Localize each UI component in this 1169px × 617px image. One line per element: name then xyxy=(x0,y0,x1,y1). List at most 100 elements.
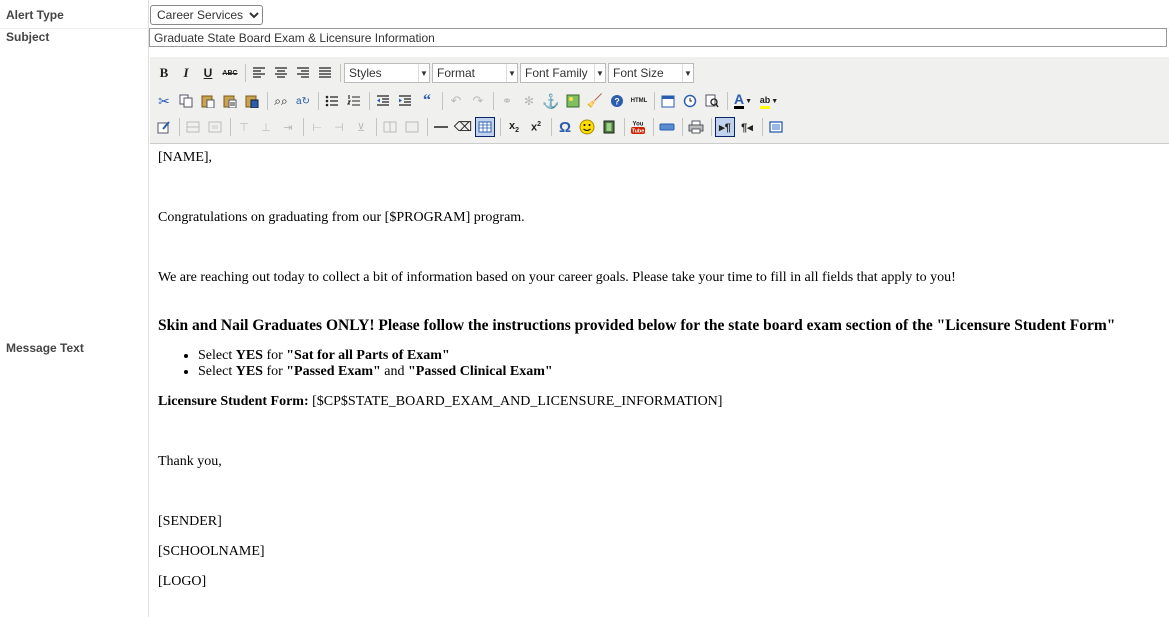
numbered-list-button[interactable] xyxy=(344,91,364,111)
merge-cells-button[interactable] xyxy=(402,117,422,137)
visual-aid-button[interactable] xyxy=(475,117,495,137)
ltr-button[interactable]: ▸¶ xyxy=(715,117,735,137)
rtl-icon: ¶◂ xyxy=(741,121,753,134)
chevron-down-icon: ▼ xyxy=(506,64,517,82)
media-button[interactable] xyxy=(599,117,619,137)
row-before-button[interactable]: ⊤ xyxy=(234,117,254,137)
insert-time-button[interactable] xyxy=(680,91,700,111)
undo-button[interactable]: ↶ xyxy=(446,91,466,111)
table-cell-icon xyxy=(208,121,222,133)
insert-date-button[interactable] xyxy=(658,91,678,111)
print-button[interactable] xyxy=(686,117,706,137)
copy-button[interactable] xyxy=(176,91,196,111)
logo-line: [LOGO] xyxy=(158,574,207,589)
col-after-button[interactable]: ⊣ xyxy=(329,117,349,137)
align-center-button[interactable] xyxy=(271,63,291,83)
alert-type-select[interactable]: Career Services xyxy=(150,5,263,25)
label-column xyxy=(0,0,149,617)
bullet-1-item: "Sat for all Parts of Exam" xyxy=(286,348,450,363)
image-button[interactable] xyxy=(563,91,583,111)
unlink-button[interactable]: ✻ xyxy=(519,91,539,111)
split-cells-button[interactable] xyxy=(380,117,400,137)
outdent-button[interactable] xyxy=(373,91,393,111)
eraser-icon: ⌫ xyxy=(453,119,473,134)
background-color-button[interactable]: ab ▼ xyxy=(757,91,781,111)
indent-button[interactable] xyxy=(395,91,415,111)
licensure-form-value: [$CP$STATE_BOARD_EXAM_AND_LICENSURE_INFO… xyxy=(308,394,723,409)
text-color-button[interactable]: A ▼ xyxy=(731,91,755,111)
row-props-button[interactable] xyxy=(183,117,203,137)
bold-button[interactable]: B xyxy=(154,63,174,83)
col-before-button[interactable]: ⊢ xyxy=(307,117,327,137)
toolbar-row-2: ✂ ⌕⌕ a↻ “ ↶ ↷ ⚭ ✻ ⚓ 🧹 ? HTML A ▼ ab ▼ xyxy=(154,89,783,113)
superscript-button[interactable]: x2 xyxy=(526,117,546,137)
help-button[interactable]: ? xyxy=(607,91,627,111)
toolbar-separator xyxy=(762,118,763,136)
quote-icon: “ xyxy=(423,92,431,109)
preview-button[interactable] xyxy=(702,91,722,111)
replace-button[interactable]: a↻ xyxy=(293,91,313,111)
horizontal-rule-button[interactable] xyxy=(431,117,451,137)
edit-css-button[interactable] xyxy=(154,117,174,137)
superscript-icon: x2 xyxy=(530,120,542,134)
smiley-icon xyxy=(579,119,595,135)
emoticons-button[interactable] xyxy=(577,117,597,137)
toolbar-row-1: B I U ABC Styles ▼ Format ▼ Font Family ▼ F… xyxy=(154,61,696,85)
font-family-dropdown[interactable]: Font Family ▼ xyxy=(520,63,606,83)
bullet-2-for: for xyxy=(262,364,287,379)
remove-format-button[interactable]: ⌫ xyxy=(453,117,473,137)
cleanup-button[interactable]: 🧹 xyxy=(585,91,605,111)
subscript-button[interactable]: x2 xyxy=(504,117,524,137)
align-justify-button[interactable] xyxy=(315,63,335,83)
bullet-2-select: Select xyxy=(198,364,236,379)
strikethrough-button[interactable]: ABC xyxy=(220,63,240,83)
row-after-button[interactable]: ⊥ xyxy=(256,117,276,137)
toolbar-separator xyxy=(427,118,428,136)
subject-input[interactable] xyxy=(149,28,1167,47)
replace-icon: a↻ xyxy=(296,95,310,107)
format-dropdown[interactable]: Format ▼ xyxy=(432,63,518,83)
table-grid-icon xyxy=(478,121,492,133)
fullscreen-button[interactable] xyxy=(766,117,786,137)
paste-button[interactable] xyxy=(198,91,218,111)
delete-row-button[interactable]: ⇥ xyxy=(278,117,298,137)
font-size-dropdown[interactable]: Font Size ▼ xyxy=(608,63,694,83)
film-icon xyxy=(603,120,615,134)
blockquote-button[interactable]: “ xyxy=(417,91,437,111)
styles-dropdown[interactable]: Styles ▼ xyxy=(344,63,430,83)
bullet-2-and: and xyxy=(380,364,408,379)
youtube-button[interactable]: You Tube xyxy=(628,117,648,137)
redo-button[interactable]: ↷ xyxy=(468,91,488,111)
school-line: [SCHOOLNAME] xyxy=(158,544,265,559)
align-right-button[interactable] xyxy=(293,63,313,83)
link-button[interactable]: ⚭ xyxy=(497,91,517,111)
paste-word-button[interactable] xyxy=(242,91,262,111)
paste-text-button[interactable] xyxy=(220,91,240,111)
redo-icon: ↷ xyxy=(472,93,484,108)
horizontal-rule-icon xyxy=(434,126,448,128)
thanks-line: Thank you, xyxy=(158,454,222,469)
toolbar-separator xyxy=(653,118,654,136)
delete-col-button[interactable]: ⊻ xyxy=(351,117,371,137)
special-char-button[interactable]: Ω xyxy=(555,117,575,137)
anchor-button[interactable]: ⚓ xyxy=(541,91,561,111)
html-source-button[interactable]: HTML xyxy=(629,91,649,111)
insert-layer-button[interactable] xyxy=(657,117,677,137)
message-editor[interactable]: [NAME], Congratulations on graduating fr… xyxy=(150,144,1169,617)
align-left-button[interactable] xyxy=(249,63,269,83)
find-button[interactable]: ⌕⌕ xyxy=(271,91,291,111)
message-text-label: Message Text xyxy=(6,341,84,355)
sender-line: [SENDER] xyxy=(158,514,222,529)
underline-button[interactable]: U xyxy=(198,63,218,83)
bullet-list-button[interactable] xyxy=(322,91,342,111)
cell-props-button[interactable] xyxy=(205,117,225,137)
highlight-icon: ab xyxy=(759,94,771,109)
cut-button[interactable]: ✂ xyxy=(154,91,174,111)
toolbar-separator xyxy=(493,92,494,110)
instructions-list: Select YES for "Sat for all Parts of Exa… xyxy=(158,348,553,380)
table-row-icon xyxy=(186,121,200,133)
licensure-form-line: Licensure Student Form: [$CP$STATE_BOARD… xyxy=(158,394,722,410)
rtl-button[interactable]: ¶◂ xyxy=(737,117,757,137)
italic-button[interactable]: I xyxy=(176,63,196,83)
toolbar-separator xyxy=(318,92,319,110)
